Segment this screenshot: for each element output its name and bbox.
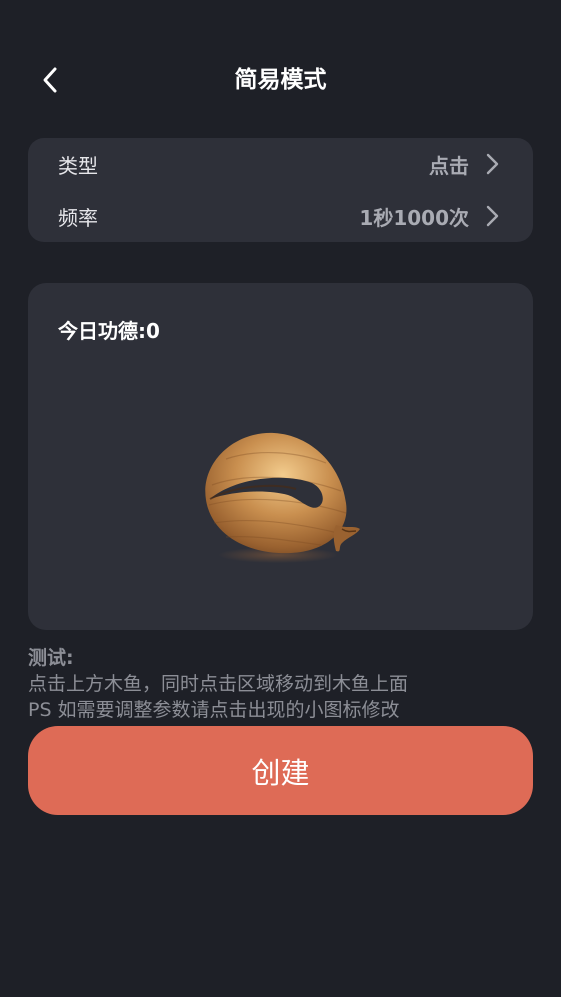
type-setting-row[interactable]: 类型 点击 [28,138,533,190]
merit-value: 0 [146,319,160,343]
create-button[interactable]: 创建 [28,726,533,815]
frequency-label: 频率 [58,205,98,230]
merit-label: 今日功德: [58,319,146,343]
merit-counter: 今日功德:0 [58,315,160,344]
header: 简易模式 [0,50,561,110]
settings-card: 类型 点击 频率 1秒1000次 [28,138,533,242]
type-label: 类型 [58,153,98,178]
instructions-title: 测试: [28,647,74,669]
instructions-line-1: 点击上方木鱼，同时点击区域移动到木鱼上面 [28,673,409,695]
instructions-line-2: PS 如需要调整参数请点击出现的小图标修改 [28,699,400,721]
frequency-value: 1秒1000次 [359,205,469,230]
page-title: 简易模式 [234,67,327,93]
frequency-setting-row[interactable]: 频率 1秒1000次 [28,190,533,242]
wooden-fish-icon [205,432,360,563]
type-value: 点击 [429,153,469,178]
wooden-fish-panel: 今日功德:0 [28,283,533,630]
chevron-right-icon [485,205,499,227]
wooden-fish-button[interactable] [196,425,366,565]
instructions: 测试: 点击上方木鱼，同时点击区域移动到木鱼上面 PS 如需要调整参数请点击出现… [28,645,533,723]
chevron-right-icon [485,153,499,175]
